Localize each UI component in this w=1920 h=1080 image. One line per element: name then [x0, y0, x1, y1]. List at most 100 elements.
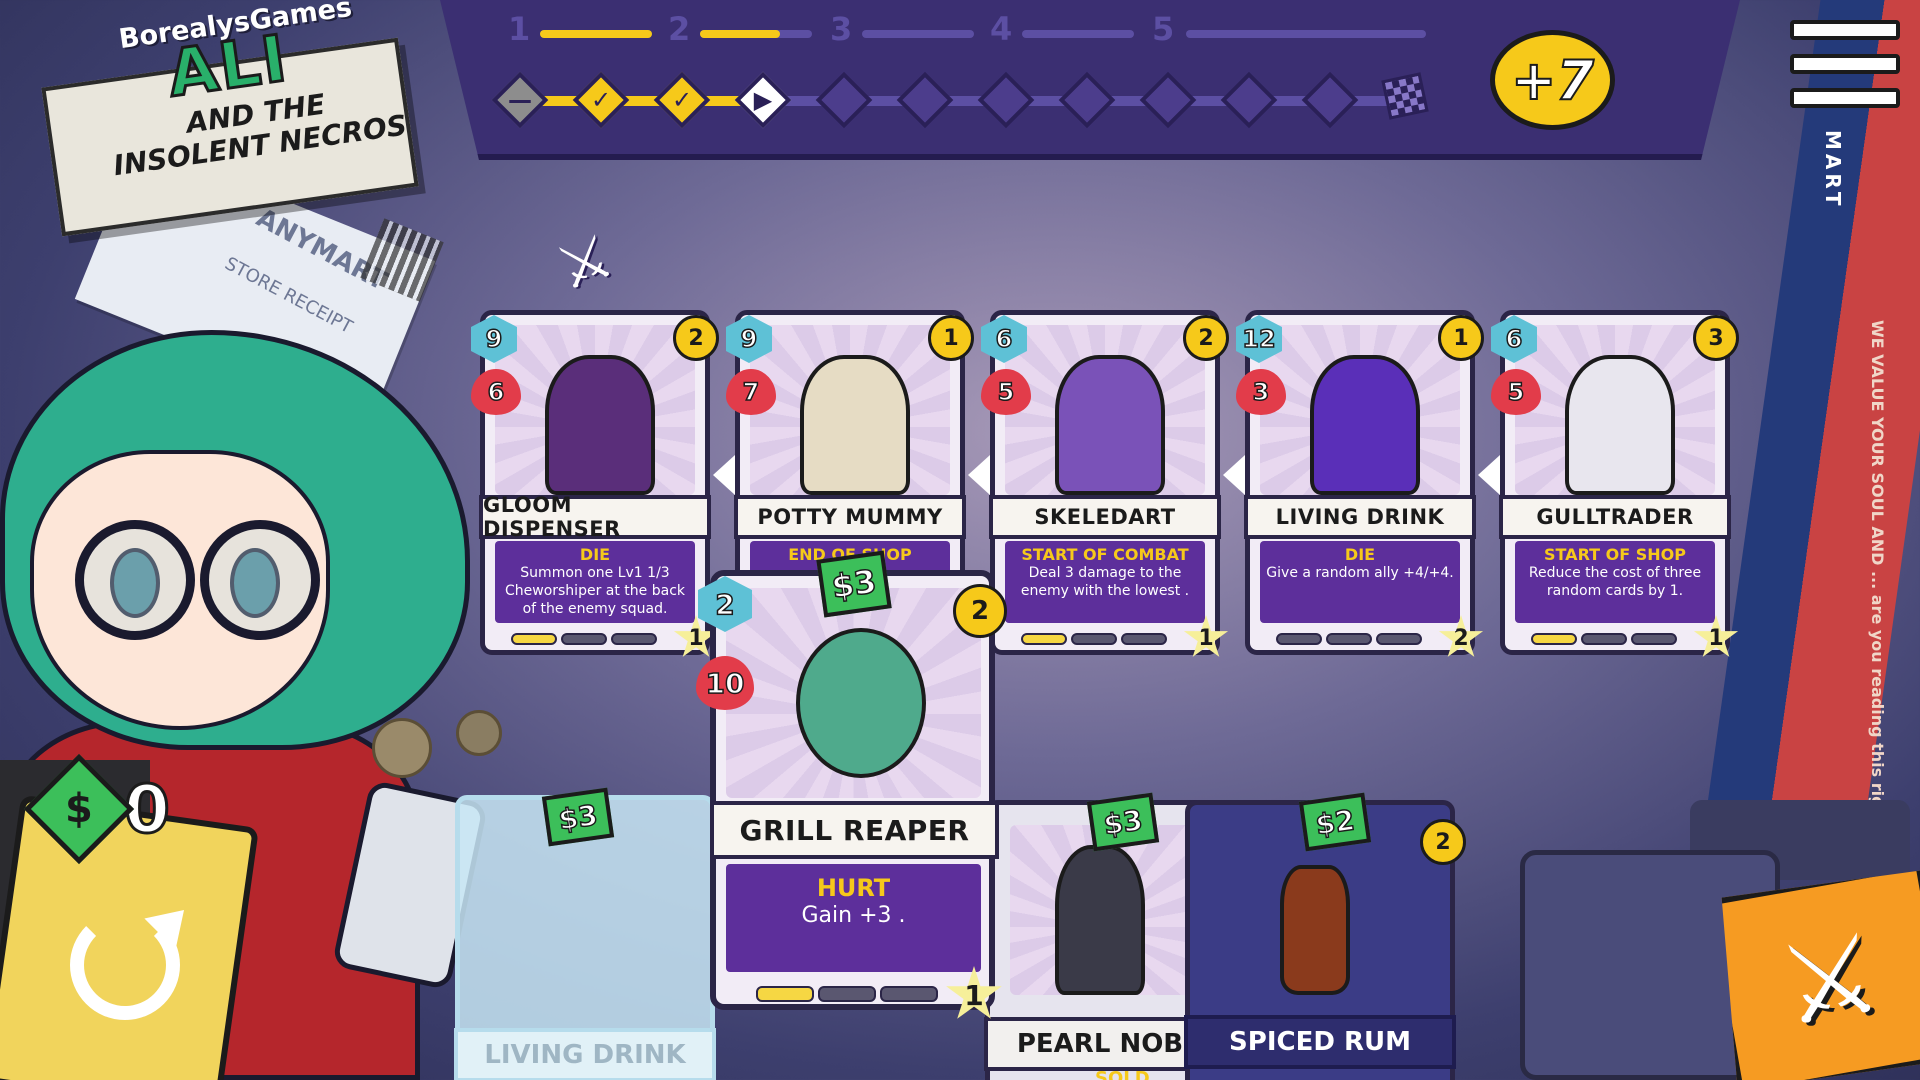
card-figure: [800, 355, 910, 495]
xp-segment: [880, 986, 938, 1002]
round-label: 2: [668, 10, 691, 48]
character-glasses: [75, 520, 195, 640]
rum-bottle-icon: [1280, 865, 1350, 995]
card-tier: 2: [1183, 315, 1229, 361]
card-xp-bar: [1531, 633, 1677, 645]
card-tier: 2: [953, 584, 1007, 638]
laurel-trophy-icon: +7: [1490, 30, 1615, 130]
coin-icon: [372, 718, 432, 778]
menu-bar: [1790, 20, 1900, 40]
card-cost: $2: [1298, 792, 1372, 852]
card-text: Summon one Lv1 1/3 Cheworshiper at the b…: [504, 565, 685, 618]
round-label: 4: [990, 10, 1013, 48]
finish-flag-icon: [1381, 72, 1429, 120]
xp-segment: [1326, 633, 1372, 645]
card-trigger: HURT: [816, 874, 891, 902]
card-figure: [545, 355, 655, 495]
round-label: 3: [830, 10, 853, 48]
card-description: DIE Summon one Lv1 1/3 Cheworshiper at th…: [495, 541, 695, 623]
grill-reaper-figure: [796, 628, 926, 778]
card-xp-bar: [756, 986, 938, 1002]
health-stat: 5: [981, 369, 1031, 415]
crossed-swords-icon: ⚔: [547, 220, 623, 306]
card-art: [1010, 825, 1190, 995]
xp-segment: [756, 986, 814, 1002]
card-name: GLOOM DISPENSER: [479, 493, 711, 541]
round-line: [540, 30, 652, 38]
health-stat: 5: [1491, 369, 1541, 415]
team-card[interactable]: 6 5 3 GULLTRADER START OF SHOP Reduce the cos…: [1491, 310, 1739, 657]
card-description: DIE Give a random ally +4/+4.: [1260, 541, 1460, 623]
card-tier: 2: [673, 315, 719, 361]
card-art: [750, 325, 950, 495]
card-description: START OF SHOP Reduce the cost of three ra…: [1515, 541, 1715, 623]
xp-segment: [818, 986, 876, 1002]
xp-segment: [1376, 633, 1422, 645]
card-text: Deal 3 damage to the enemy with the lowe…: [1020, 565, 1190, 600]
card-figure: [1310, 355, 1420, 495]
xp-segment: [511, 633, 557, 645]
shop-card-name: LIVING DRINK: [454, 1028, 716, 1080]
round-line: [862, 30, 974, 38]
gold-counter: $ 0: [23, 753, 171, 865]
book-brand: MART: [1821, 130, 1845, 210]
card-figure: [1565, 355, 1675, 495]
card-art: [726, 588, 981, 798]
team-card[interactable]: 9 6 2 GLOOM DISPENSER DIE Summon one Lv1 1/3 …: [471, 310, 719, 657]
sold-label: SOLD: [1095, 1068, 1150, 1080]
shop-card-frozen[interactable]: $3 LIVING DRINK: [454, 787, 716, 1080]
node-glyph: —: [508, 86, 532, 114]
card-figure: [1055, 355, 1165, 495]
card-xp-bar: [511, 633, 657, 645]
card-art: [495, 325, 695, 495]
health-stat: 6: [471, 369, 521, 415]
card-tier: 1: [928, 315, 974, 361]
node-glyph: ✓: [590, 86, 612, 114]
shop-card-name: SPICED RUM: [1184, 1015, 1456, 1069]
card-xp-bar: [1021, 633, 1167, 645]
xp-segment: [561, 633, 607, 645]
health-stat: 7: [726, 369, 776, 415]
card-name: POTTY MUMMY: [734, 495, 966, 539]
card-name: SKELEDART: [989, 495, 1221, 539]
shop-card-name: PEARL NOB: [984, 1017, 1216, 1071]
card-description: START OF COMBAT Deal 3 damage to the enem…: [1005, 541, 1205, 623]
card-cost: $3: [816, 550, 892, 618]
shop-card[interactable]: $2 2 SPICED RUM: [1184, 792, 1466, 1080]
slot-arrow-icon: [1223, 455, 1245, 495]
card-trigger: START OF SHOP: [1543, 545, 1686, 564]
xp-segment: [1276, 633, 1322, 645]
round-line: [1022, 30, 1134, 38]
hamburger-menu-icon[interactable]: [1790, 20, 1900, 110]
card-text: Reduce the cost of three random cards by…: [1528, 565, 1702, 600]
round-label: 1: [508, 10, 531, 48]
xp-segment: [1071, 633, 1117, 645]
xp-segment: [1121, 633, 1167, 645]
team-card[interactable]: 6 5 2 SKELEDART START OF COMBAT Deal 3 damage…: [981, 310, 1229, 657]
slot-arrow-icon: [1478, 455, 1500, 495]
menu-bar: [1790, 88, 1900, 108]
round-label: 5: [1152, 10, 1175, 48]
card-name: GRILL REAPER: [710, 801, 999, 859]
featured-card[interactable]: 2 10 2 GRILL REAPER HURT Gain +3 . 1: [696, 570, 1007, 1019]
character-glasses: [200, 520, 320, 640]
pirate-figure: [1055, 845, 1145, 995]
card-art: [1260, 325, 1460, 495]
card-tier: 1: [1438, 315, 1484, 361]
xp-segment: [1531, 633, 1577, 645]
card-description: HURT Gain +3 .: [726, 864, 981, 972]
shop-card[interactable]: $3 PEARL NOB: [984, 792, 1216, 1080]
card-xp-bar: [1276, 633, 1422, 645]
card-trigger: DIE: [579, 545, 611, 564]
card-text: Gain +3 .: [801, 903, 906, 928]
card-art: [1515, 325, 1715, 495]
card-text: Give a random ally +4/+4.: [1266, 565, 1454, 581]
slot-arrow-icon: [968, 455, 990, 495]
gold-gem-icon: $: [23, 753, 135, 865]
xp-segment: [1021, 633, 1067, 645]
card-tier: 3: [1693, 315, 1739, 361]
team-card[interactable]: 12 3 1 LIVING DRINK DIE Give a random ally +4…: [1236, 310, 1484, 657]
round-line: [1186, 30, 1426, 38]
node-glyph: ▶: [753, 86, 773, 114]
card-name: GULLTRADER: [1499, 495, 1731, 539]
